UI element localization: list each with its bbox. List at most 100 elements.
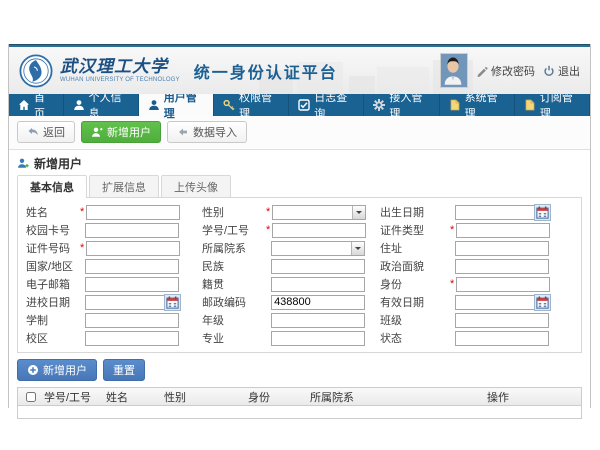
form-field-1: 性别* bbox=[196, 203, 374, 221]
form-field-12: 电子邮箱 bbox=[20, 275, 196, 293]
form-field-17: 有效日期 bbox=[374, 293, 579, 311]
table-header-2: 性别 bbox=[162, 389, 246, 405]
field-input-13[interactable] bbox=[271, 277, 365, 292]
required-asterisk bbox=[450, 242, 453, 254]
app-window: 武汉理工大学 WUHAN UNIVERSITY OF TECHNOLOGY 统一… bbox=[0, 0, 600, 450]
nav-tab-4[interactable]: 日志查询 bbox=[289, 94, 364, 116]
brand-block: 武汉理工大学 WUHAN UNIVERSITY OF TECHNOLOGY bbox=[60, 58, 180, 83]
field-input-23[interactable] bbox=[455, 331, 549, 346]
field-input-9[interactable] bbox=[85, 259, 179, 274]
field-label: 住址 bbox=[374, 240, 450, 256]
user-avatar bbox=[440, 53, 468, 88]
reset-button[interactable]: 重置 bbox=[103, 359, 145, 381]
field-input-12[interactable] bbox=[85, 277, 179, 292]
table-header-0: 学号/工号 bbox=[42, 389, 104, 405]
reset-button-label: 重置 bbox=[113, 362, 135, 378]
logout-link[interactable]: 退出 bbox=[543, 63, 580, 79]
user-table: 学号/工号姓名性别身份所属院系操作 bbox=[17, 387, 582, 419]
field-date-15 bbox=[85, 295, 179, 310]
field-input-3[interactable] bbox=[85, 223, 179, 238]
submit-add-user-button[interactable]: 新增用户 bbox=[17, 359, 97, 381]
nav-tab-0[interactable]: 首页 bbox=[9, 94, 64, 116]
field-label: 电子邮箱 bbox=[20, 276, 80, 292]
field-input-10[interactable] bbox=[271, 259, 365, 274]
field-label: 证件类型 bbox=[374, 222, 450, 238]
field-input-14[interactable] bbox=[456, 277, 550, 292]
nav-tab-5[interactable]: 接入管理 bbox=[364, 94, 439, 116]
field-label: 籍贯 bbox=[196, 276, 266, 292]
required-asterisk: * bbox=[80, 206, 84, 218]
field-label: 邮政编码 bbox=[196, 294, 266, 310]
panel-title: 新增用户 bbox=[34, 155, 82, 172]
field-input-20[interactable] bbox=[455, 313, 549, 328]
form-field-7: 所属院系 bbox=[196, 239, 374, 257]
doc-icon bbox=[524, 99, 536, 111]
add-user-toolbar-button[interactable]: 新增用户 bbox=[81, 121, 161, 143]
panel-tab-1[interactable]: 扩展信息 bbox=[89, 175, 159, 197]
field-date-17 bbox=[455, 295, 549, 310]
form-field-13: 籍贯 bbox=[196, 275, 374, 293]
required-asterisk bbox=[266, 332, 269, 344]
back-button[interactable]: 返回 bbox=[17, 121, 75, 143]
add-user-panel: 新增用户 基本信息扩展信息上传头像 姓名*性别*出生日期 校园卡号 学号/工号*… bbox=[9, 150, 590, 419]
calendar-icon[interactable] bbox=[164, 294, 181, 311]
nav-tab-6[interactable]: 系统管理 bbox=[440, 94, 515, 116]
field-select-1[interactable] bbox=[272, 205, 366, 220]
data-import-button[interactable]: 数据导入 bbox=[167, 121, 247, 143]
field-label: 校园卡号 bbox=[20, 222, 80, 238]
back-button-label: 返回 bbox=[43, 124, 65, 140]
required-asterisk: * bbox=[80, 242, 84, 254]
user-form: 姓名*性别*出生日期 校园卡号 学号/工号*证件类型*证件号码*所属院系 住址 … bbox=[17, 197, 582, 353]
required-asterisk bbox=[80, 332, 83, 344]
chevron-down-icon[interactable] bbox=[351, 242, 364, 255]
field-input-22[interactable] bbox=[271, 331, 365, 346]
field-input-0[interactable] bbox=[86, 205, 180, 220]
field-label: 性别 bbox=[196, 204, 266, 220]
field-label: 学号/工号 bbox=[196, 222, 266, 238]
field-label: 班级 bbox=[374, 312, 450, 328]
field-input-11[interactable] bbox=[455, 259, 549, 274]
panel-title-row: 新增用户 bbox=[17, 154, 582, 172]
field-input-19[interactable] bbox=[271, 313, 365, 328]
nav-tab-7[interactable]: 订阅管理 bbox=[515, 94, 590, 116]
required-asterisk: * bbox=[450, 278, 454, 290]
required-asterisk bbox=[80, 278, 83, 290]
required-asterisk bbox=[80, 314, 83, 326]
data-import-label: 数据导入 bbox=[193, 124, 237, 140]
select-all-checkbox[interactable] bbox=[26, 392, 36, 402]
field-input-16[interactable] bbox=[271, 295, 365, 310]
nav-tab-2[interactable]: 用户管理 bbox=[139, 94, 214, 116]
nav-tab-3[interactable]: 权限管理 bbox=[214, 94, 289, 116]
form-tabs: 基本信息扩展信息上传头像 bbox=[17, 175, 582, 197]
nav-tab-1[interactable]: 个人信息 bbox=[64, 94, 139, 116]
change-password-link[interactable]: 修改密码 bbox=[476, 63, 535, 79]
field-input-21[interactable] bbox=[85, 331, 179, 346]
field-input-5[interactable] bbox=[456, 223, 550, 238]
field-input-8[interactable] bbox=[455, 241, 549, 256]
required-asterisk bbox=[80, 296, 83, 308]
field-input-18[interactable] bbox=[85, 313, 179, 328]
form-field-22: 专业 bbox=[196, 329, 374, 347]
field-select-7[interactable] bbox=[271, 241, 365, 256]
submit-add-user-label: 新增用户 bbox=[43, 362, 87, 378]
calendar-icon[interactable] bbox=[534, 294, 551, 311]
panel-tab-0[interactable]: 基本信息 bbox=[17, 175, 87, 198]
form-field-14: 身份* bbox=[374, 275, 579, 293]
form-field-23: 状态 bbox=[374, 329, 579, 347]
field-label: 学制 bbox=[20, 312, 80, 328]
form-field-15: 进校日期 bbox=[20, 293, 196, 311]
field-label: 出生日期 bbox=[374, 204, 450, 220]
field-input-4[interactable] bbox=[272, 223, 366, 238]
form-field-4: 学号/工号* bbox=[196, 221, 374, 239]
form-field-18: 学制 bbox=[20, 311, 196, 329]
field-label: 状态 bbox=[374, 330, 450, 346]
doc-icon bbox=[449, 99, 461, 111]
chevron-down-icon[interactable] bbox=[352, 206, 365, 219]
field-input-6[interactable] bbox=[86, 241, 180, 256]
gear-icon bbox=[373, 99, 385, 111]
calendar-icon[interactable] bbox=[534, 204, 551, 221]
field-label: 专业 bbox=[196, 330, 266, 346]
user-icon bbox=[148, 99, 160, 111]
field-label: 身份 bbox=[374, 276, 450, 292]
panel-tab-2[interactable]: 上传头像 bbox=[161, 175, 231, 197]
